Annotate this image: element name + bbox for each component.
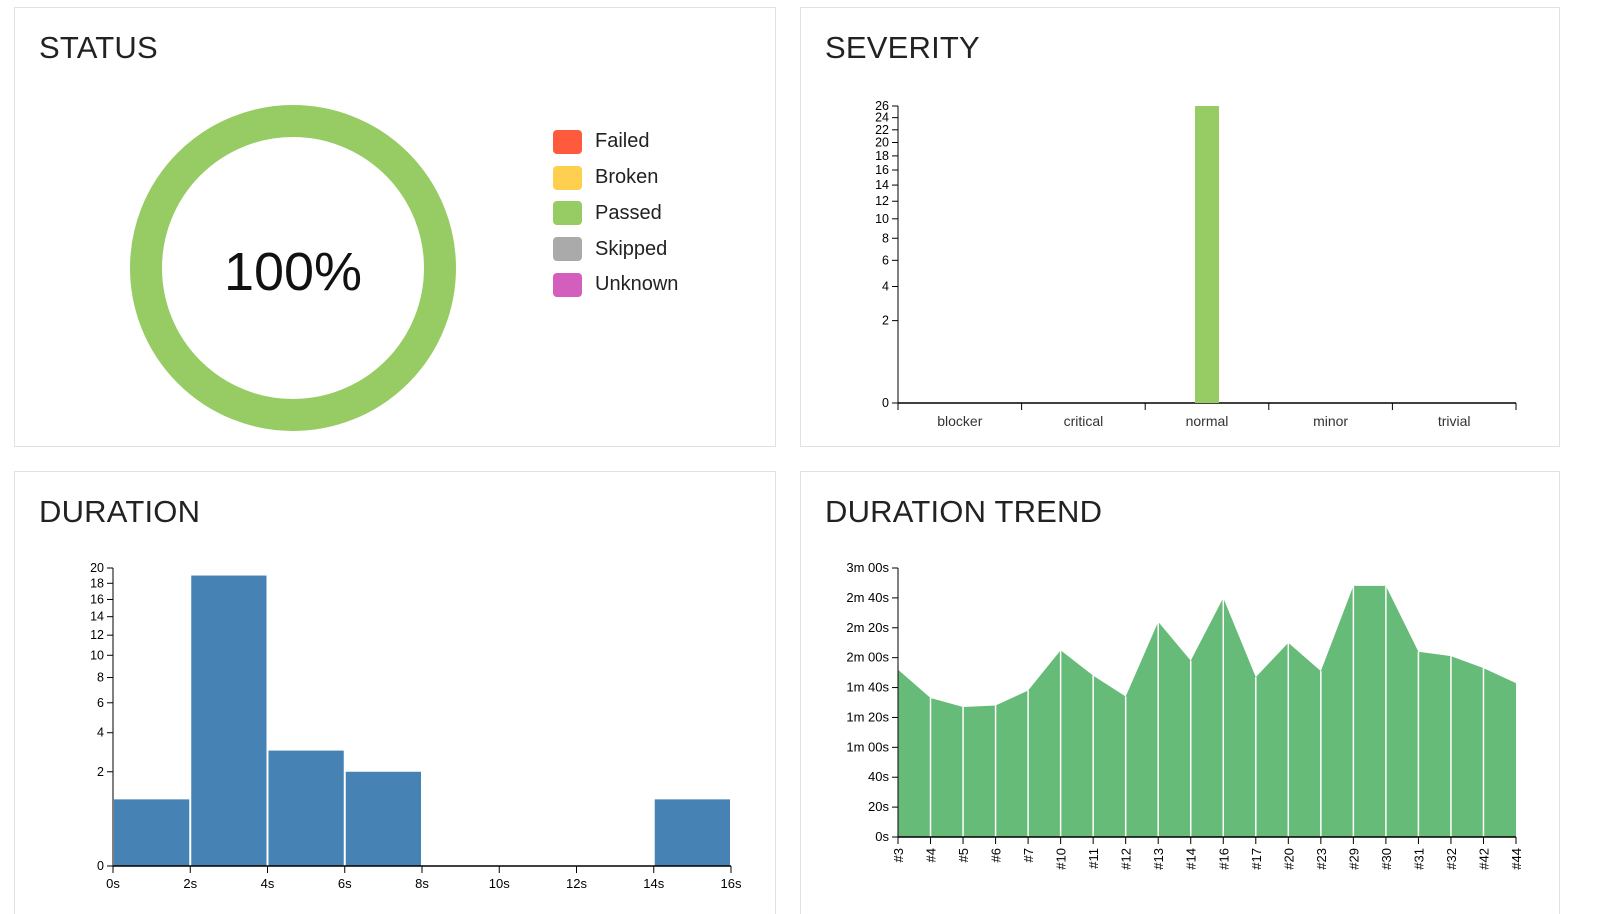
- severity-y-tick-label: 22: [875, 123, 889, 137]
- duration-y-tick-label: 8: [97, 671, 104, 685]
- severity-bar-normal[interactable]: [1195, 106, 1219, 403]
- trend-x-tick-label: #42: [1476, 848, 1491, 870]
- severity-y-tick-label: 8: [882, 231, 889, 245]
- legend-item-unknown[interactable]: Unknown: [553, 267, 678, 303]
- duration-trend-area[interactable]: [898, 585, 1516, 837]
- duration-y-tick-label: 2: [97, 765, 104, 779]
- severity-y-tick-label: 10: [875, 212, 889, 226]
- donut-center-label: 100%: [224, 242, 362, 302]
- trend-y-tick-label: 40s: [868, 769, 889, 784]
- duration-bar[interactable]: [345, 771, 421, 866]
- trend-x-tick-label: #23: [1314, 848, 1329, 870]
- severity-y-tick-label: 26: [875, 99, 889, 113]
- severity-y-tick-label: 12: [875, 194, 889, 208]
- severity-x-tick-label: normal: [1186, 413, 1229, 429]
- legend-swatch-unknown: [553, 272, 582, 297]
- duration-bar[interactable]: [114, 799, 190, 866]
- trend-x-tick-label: #17: [1249, 848, 1264, 870]
- trend-x-tick-label: #29: [1346, 848, 1361, 870]
- legend-swatch-failed: [553, 129, 582, 154]
- duration-y-tick-label: 12: [90, 628, 104, 642]
- severity-y-tick-label: 14: [875, 178, 889, 192]
- trend-y-tick-label: 1m 40s: [846, 680, 889, 695]
- trend-x-tick-label: #14: [1184, 848, 1199, 870]
- duration-x-tick-label: 0s: [106, 876, 120, 891]
- duration-y-tick-label: 0: [97, 859, 104, 873]
- severity-y-tick-label: 6: [882, 253, 889, 267]
- duration-x-tick-label: 10s: [489, 876, 510, 891]
- trend-x-tick-label: #30: [1379, 848, 1394, 870]
- severity-y-tick-label: 20: [875, 136, 889, 150]
- severity-y-tick-label: 18: [875, 149, 889, 163]
- legend-label-skipped: Skipped: [595, 237, 668, 260]
- trend-y-tick-label: 1m 00s: [846, 739, 889, 754]
- duration-y-tick-label: 18: [90, 576, 104, 590]
- trend-x-tick-label: #11: [1086, 848, 1101, 869]
- severity-x-tick-label: blocker: [937, 413, 982, 429]
- trend-x-tick-label: #31: [1411, 848, 1426, 870]
- severity-y-tick-label: 0: [882, 396, 889, 410]
- trend-x-tick-label: #16: [1216, 848, 1231, 870]
- trend-x-tick-label: #44: [1509, 848, 1524, 870]
- trend-y-tick-label: 1m 20s: [846, 709, 889, 724]
- trend-x-tick-label: #7: [1021, 848, 1036, 862]
- severity-bar-chart: 02468101214161820222426blocker critical no…: [875, 99, 1517, 429]
- legend-item-failed[interactable]: Failed: [553, 124, 678, 160]
- trend-x-tick-label: #12: [1119, 848, 1134, 870]
- trend-x-tick-label: #4: [924, 848, 939, 862]
- legend-label-broken: Broken: [595, 166, 659, 189]
- duration-x-tick-label: 8s: [415, 876, 429, 891]
- severity-x-tick-label: minor: [1313, 413, 1348, 429]
- severity-y-tick-label: 2: [882, 314, 889, 328]
- severity-y-tick-label: 16: [875, 163, 889, 177]
- status-widget: STATUS 100% Failed Broken Passed Skipped…: [14, 7, 776, 447]
- trend-x-tick-label: #32: [1444, 848, 1459, 870]
- severity-y-tick-label: 4: [882, 280, 889, 294]
- duration-bar[interactable]: [268, 750, 344, 866]
- duration-y-tick-label: 20: [90, 561, 104, 575]
- duration-bar[interactable]: [191, 575, 267, 866]
- trend-x-tick-label: #3: [891, 848, 906, 862]
- duration-y-tick-label: 4: [97, 726, 104, 740]
- duration-y-tick-label: 14: [90, 610, 104, 624]
- legend-swatch-passed: [553, 201, 582, 226]
- duration-trend-area-chart: 0s 20s 40s 1m 00s 1m 20s 1m 40s 2m 00s 2m 20s 2m…: [846, 560, 1524, 870]
- legend-item-skipped[interactable]: Skipped: [553, 231, 678, 267]
- trend-y-tick-label: 3m 00s: [846, 560, 889, 575]
- trend-y-tick-label: 2m 00s: [846, 650, 889, 665]
- duration-y-tick-label: 6: [97, 696, 104, 710]
- legend-swatch-broken: [553, 165, 582, 190]
- severity-x-tick-label: critical: [1064, 413, 1104, 429]
- duration-x-tick-label: 4s: [261, 876, 275, 891]
- legend-label-passed: Passed: [595, 201, 662, 224]
- trend-x-tick-label: #20: [1281, 848, 1296, 870]
- duration-x-tick-label: 2s: [183, 876, 197, 891]
- legend-label-failed: Failed: [595, 130, 650, 153]
- legend-item-broken[interactable]: Broken: [553, 160, 678, 196]
- duration-y-tick-label: 10: [90, 648, 104, 662]
- trend-x-tick-label: #13: [1151, 848, 1166, 870]
- trend-y-tick-label: 20s: [868, 799, 889, 814]
- duration-trend-widget: DURATION TREND 0s 20s 40s 1m 00s 1m 20s 1m 40…: [800, 471, 1560, 914]
- legend-item-passed[interactable]: Passed: [553, 196, 678, 232]
- duration-x-tick-label: 16s: [721, 876, 742, 891]
- trend-x-tick-label: #10: [1054, 848, 1069, 870]
- legend-swatch-skipped: [553, 237, 582, 262]
- duration-y-tick-label: 16: [90, 592, 104, 606]
- duration-x-tick-label: 6s: [338, 876, 352, 891]
- trend-y-tick-label: 0s: [875, 829, 889, 844]
- duration-widget: DURATION 0 2 4 6 8 10 12 14 16 18 20 0s 2s 4s 6s 8s 10s 1…: [14, 471, 776, 914]
- severity-widget: SEVERITY 0 2 4 6 8 10 12 14 16 18 20 22 24 26 blocker c…: [800, 7, 1560, 447]
- duration-x-tick-label: 14s: [643, 876, 664, 891]
- duration-bar[interactable]: [654, 799, 730, 866]
- status-legend: Failed Broken Passed Skipped Unknown: [553, 124, 678, 303]
- trend-x-tick-label: #5: [956, 848, 971, 862]
- trend-y-tick-label: 2m 20s: [846, 620, 889, 635]
- severity-x-tick-label: trivial: [1438, 413, 1471, 429]
- legend-label-unknown: Unknown: [595, 273, 679, 296]
- trend-x-tick-label: #6: [989, 848, 1004, 862]
- duration-x-tick-label: 12s: [566, 876, 587, 891]
- trend-y-tick-label: 2m 40s: [846, 590, 889, 605]
- duration-histogram: 0 2 4 6 8 10 12 14 16 1820 0s 2s 4s 6s 8s 10s 12s 14s 16s: [90, 561, 742, 891]
